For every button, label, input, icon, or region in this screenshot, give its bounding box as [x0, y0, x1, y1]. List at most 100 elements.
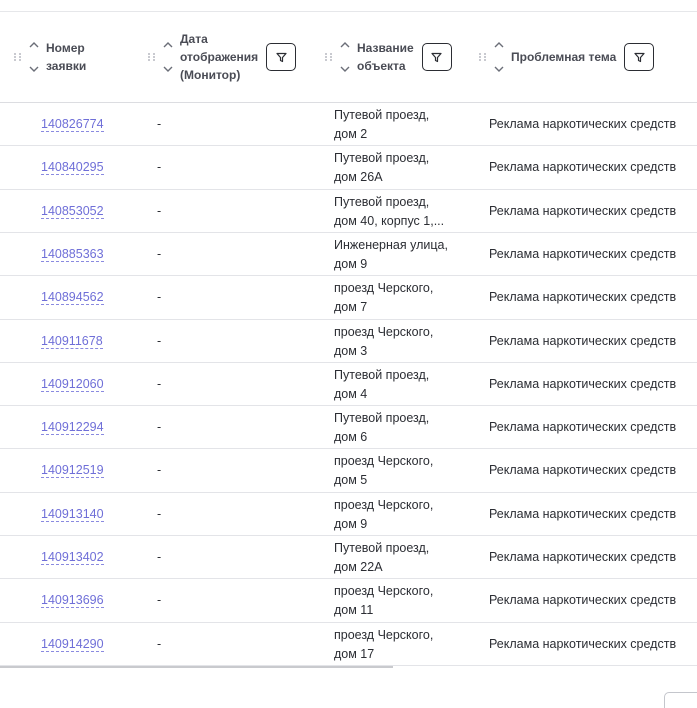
cell-object-name: проезд Черского, дом 3 [334, 323, 459, 361]
cell-object-name: Инженерная улица, дом 9 [334, 236, 459, 274]
cell-request-id: 140894562 [41, 290, 104, 305]
cell-problem-theme: Реклама наркотических средств [489, 117, 677, 131]
cell-object-name: Путевой проезд, дом 40, корпус 1,... [334, 193, 459, 231]
request-id-link[interactable]: 140913696 [41, 593, 104, 608]
object-name-line: дом 17 [334, 647, 375, 661]
request-id-link[interactable]: 140911678 [41, 334, 103, 349]
cell-problem-theme: Реклама наркотических средств [489, 377, 677, 391]
filter-button-object[interactable] [421, 43, 452, 71]
table-row[interactable]: 140913402 - Путевой проезд, дом 22А Реклама … [0, 536, 697, 579]
cell-problem-theme: Реклама наркотических средств [489, 247, 677, 261]
object-name-line: дом 11 [334, 603, 374, 617]
cell-object-name: проезд Черского, дом 5 [334, 452, 459, 490]
object-name-line: дом 5 [334, 473, 368, 487]
drag-handle-icon[interactable] [148, 51, 156, 63]
cell-display-date: - [157, 160, 162, 174]
object-name-line: Путевой проезд, [334, 541, 430, 555]
request-id-link[interactable]: 140914290 [41, 637, 104, 652]
cell-object-name: Путевой проезд, дом 4 [334, 366, 459, 404]
object-name-line: дом 40, корпус 1,... [334, 214, 445, 228]
request-id-link[interactable]: 140913402 [41, 550, 104, 565]
chevron-up-icon[interactable] [163, 42, 173, 48]
cell-request-id: 140913402 [41, 550, 104, 565]
object-name-line: проезд Черского, [334, 628, 434, 642]
cell-problem-theme: Реклама наркотических средств [489, 160, 677, 174]
chevron-down-icon[interactable] [163, 66, 173, 72]
cell-request-id: 140914290 [41, 637, 104, 652]
cell-display-date: - [157, 463, 162, 477]
filter-icon [276, 52, 287, 62]
table-row[interactable]: 140853052 - Путевой проезд, дом 40, корпус … [0, 190, 697, 233]
object-name-line: Путевой проезд, [334, 195, 430, 209]
table-row[interactable]: 140885363 - Инженерная улица, дом 9 Реклама … [0, 233, 697, 276]
request-id-link[interactable]: 140913140 [41, 507, 104, 522]
cell-display-date: - [157, 377, 162, 391]
table-row[interactable]: 140894562 - проезд Черского, дом 7 Реклама н… [0, 276, 697, 320]
cell-display-date: - [157, 420, 162, 434]
filter-button-theme[interactable] [624, 43, 655, 71]
table-row[interactable]: 140840295 - Путевой проезд, дом 26А Реклама … [0, 146, 697, 190]
cell-request-id: 140912294 [41, 420, 104, 435]
object-name-line: дом 6 [334, 430, 368, 444]
object-name-line: проезд Черского, [334, 454, 434, 468]
table-row[interactable]: 140826774 - Путевой проезд, дом 2 Реклама на… [0, 103, 697, 146]
corner-button[interactable] [664, 692, 697, 708]
column-header-date: Дата отображения (Монитор) [148, 12, 297, 102]
table-row[interactable]: 140913696 - проезд Черского, дом 11 Реклама … [0, 579, 697, 623]
column-title-object: Название объекта [357, 41, 414, 73]
table-row[interactable]: 140913140 - проезд Черского, дом 9 Реклама н… [0, 493, 697, 536]
chevron-down-icon[interactable] [494, 66, 504, 72]
sort-control-object[interactable] [339, 42, 351, 72]
chevron-down-icon[interactable] [340, 66, 350, 72]
sort-control-theme[interactable] [493, 42, 505, 72]
cell-display-date: - [157, 550, 162, 564]
column-title-theme: Проблемная тема [511, 50, 617, 64]
request-id-link[interactable]: 140894562 [41, 290, 104, 305]
sort-control-id[interactable] [28, 42, 40, 72]
table-row[interactable]: 140912060 - Путевой проезд, дом 4 Реклама на… [0, 363, 697, 406]
request-id-link[interactable]: 140885363 [41, 247, 104, 262]
cell-display-date: - [157, 204, 162, 218]
cell-request-id: 140826774 [41, 117, 104, 132]
chevron-up-icon[interactable] [340, 42, 350, 48]
drag-handle-icon[interactable] [325, 51, 333, 63]
cell-problem-theme: Реклама наркотических средств [489, 420, 677, 434]
cell-object-name: проезд Черского, дом 11 [334, 582, 459, 620]
request-id-link[interactable]: 140912519 [41, 463, 104, 478]
drag-handle-icon[interactable] [479, 51, 487, 63]
chevron-down-icon[interactable] [29, 66, 39, 72]
object-name-line: Путевой проезд, [334, 151, 430, 165]
request-id-link[interactable]: 140853052 [41, 204, 104, 219]
sort-control-date[interactable] [162, 42, 174, 72]
filter-icon [634, 52, 645, 62]
table-row[interactable]: 140911678 - проезд Черского, дом 3 Реклама н… [0, 320, 697, 363]
object-name-line: Путевой проезд, [334, 108, 430, 122]
cell-problem-theme: Реклама наркотических средств [489, 637, 677, 651]
cell-display-date: - [157, 334, 162, 348]
request-id-link[interactable]: 140826774 [41, 117, 104, 132]
object-name-line: дом 7 [334, 300, 368, 314]
horizontal-scrollbar[interactable] [0, 666, 393, 668]
table-header: Номер заявки Дата отображения (Монитор) … [0, 12, 697, 103]
cell-problem-theme: Реклама наркотических средств [489, 463, 677, 477]
cell-request-id: 140913696 [41, 593, 104, 608]
chevron-up-icon[interactable] [29, 42, 39, 48]
drag-handle-icon[interactable] [14, 51, 22, 63]
filter-button-date[interactable] [266, 43, 297, 71]
request-id-link[interactable]: 140840295 [41, 160, 104, 175]
table-row[interactable]: 140912519 - проезд Черского, дом 5 Реклама н… [0, 449, 697, 493]
cell-display-date: - [157, 290, 162, 304]
cell-display-date: - [157, 117, 162, 131]
cell-display-date: - [157, 507, 162, 521]
table-row[interactable]: 140914290 - проезд Черского, дом 17 Реклама … [0, 623, 697, 666]
request-id-link[interactable]: 140912294 [41, 420, 104, 435]
request-id-link[interactable]: 140912060 [41, 377, 104, 392]
cell-request-id: 140853052 [41, 204, 104, 219]
cell-request-id: 140912060 [41, 377, 104, 392]
object-name-line: дом 4 [334, 387, 368, 401]
table-row[interactable]: 140912294 - Путевой проезд, дом 6 Реклама на… [0, 406, 697, 449]
object-name-line: Инженерная улица, [334, 238, 448, 252]
chevron-up-icon[interactable] [494, 42, 504, 48]
cell-display-date: - [157, 593, 162, 607]
column-title-id: Номер заявки [46, 41, 87, 73]
